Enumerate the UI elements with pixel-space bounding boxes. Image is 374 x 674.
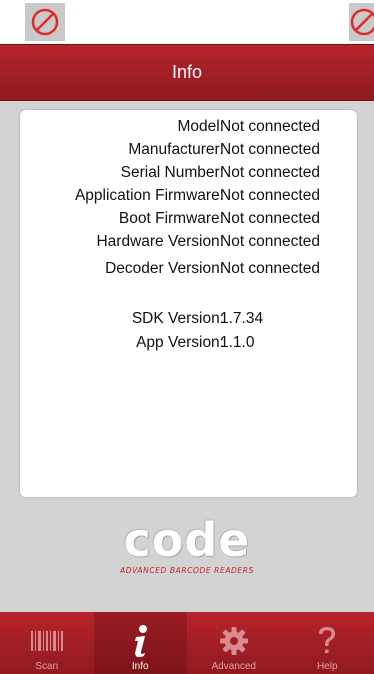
logo-tagline: ADVANCED BARCODE READERS	[120, 566, 254, 575]
no-connection-icon[interactable]	[25, 3, 65, 41]
info-row-model: Model: Not connected	[20, 118, 357, 140]
info-card: Model: Not connected Manufacturer: Not c…	[20, 110, 357, 497]
nav-header: Info	[0, 44, 374, 101]
info-icon	[120, 621, 160, 661]
question-icon	[307, 621, 347, 661]
info-row-manufacturer: Manufacturer: Not connected	[20, 141, 357, 163]
info-row-serial-number: Serial Number: Not connected	[20, 164, 357, 186]
info-label: App Version:	[136, 334, 224, 351]
info-row-boot-firmware: Boot Firmware: Not connected	[20, 210, 357, 232]
tab-scan[interactable]: Scan	[0, 612, 94, 674]
info-label: Manufacturer:	[128, 141, 224, 158]
no-connection-icon[interactable]	[349, 3, 374, 41]
info-label: SDK Version:	[131, 310, 224, 327]
info-label: Decoder Version:	[105, 260, 224, 277]
info-row-decoder-version: Decoder Version: Not connected	[20, 260, 357, 282]
tab-bar: Scan Info Advanced Help	[0, 612, 374, 674]
info-value: Not connected	[220, 187, 320, 204]
info-label: Application Firmware:	[74, 187, 224, 204]
tab-info[interactable]: Info	[93, 612, 187, 674]
info-value: Not connected	[220, 260, 320, 277]
barcode-icon	[27, 621, 67, 661]
tab-label: Help	[316, 661, 338, 672]
tab-label: Scan	[35, 661, 59, 672]
info-value: Not connected	[220, 164, 320, 181]
info-value: Not connected	[220, 210, 320, 227]
tab-label: Advanced	[211, 661, 256, 672]
info-label: Boot Firmware:	[118, 210, 224, 227]
tab-advanced[interactable]: Advanced	[187, 612, 281, 674]
info-value: Not connected	[220, 233, 320, 250]
brand-logo: code ADVANCED BARCODE READERS	[0, 517, 374, 587]
info-row-hardware-version: Hardware Version: Not connected	[20, 233, 357, 255]
info-label: Serial Number:	[120, 164, 224, 181]
info-label: Hardware Version:	[96, 233, 224, 250]
info-value: Not connected	[220, 141, 320, 158]
gear-icon	[214, 621, 254, 661]
tab-label: Info	[131, 661, 149, 672]
info-label: Model:	[177, 118, 224, 135]
status-strip	[0, 0, 374, 44]
tab-help[interactable]: Help	[281, 612, 374, 674]
info-value: 1.7.34	[220, 310, 264, 327]
info-value: Not connected	[220, 118, 320, 135]
logo-wordmark: code	[123, 513, 251, 567]
page-title: Info	[171, 62, 203, 82]
info-row-app-version: App Version: 1.1.0	[20, 334, 357, 356]
info-row-sdk-version: SDK Version: 1.7.34	[20, 310, 357, 332]
info-row-application-firmware: Application Firmware: Not connected	[20, 187, 357, 209]
info-value: 1.1.0	[220, 334, 255, 351]
